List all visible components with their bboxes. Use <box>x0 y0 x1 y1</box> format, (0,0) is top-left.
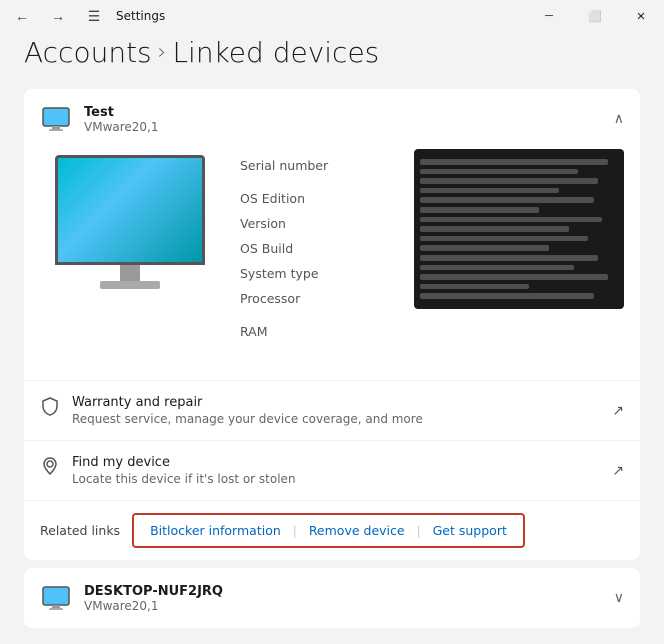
warranty-title: Warranty and repair <box>72 395 423 410</box>
titlebar: ← → ☰ Settings ─ ⬜ ✕ <box>0 0 664 32</box>
back-button[interactable]: ← <box>8 2 36 30</box>
related-links-label: Related links <box>40 523 120 538</box>
monitor-neck <box>120 265 140 281</box>
location-icon <box>40 456 60 476</box>
menu-button[interactable]: ☰ <box>80 2 108 30</box>
os-build-label: OS Build <box>240 236 394 261</box>
shield-icon <box>40 396 60 416</box>
link-sep-2: | <box>417 524 421 538</box>
page-title: Linked devices <box>172 36 379 69</box>
device1-sub: VMware20,1 <box>84 120 159 134</box>
device1-monitor-image <box>40 149 220 289</box>
device2-name-block: DESKTOP-NUF2JRQ VMware20,1 <box>84 584 223 613</box>
titlebar-controls: ─ ⬜ ✕ <box>526 0 664 32</box>
breadcrumb: Accounts › Linked devices <box>24 32 640 69</box>
warranty-desc: Request service, manage your device cove… <box>72 412 423 426</box>
warranty-text: Warranty and repair Request service, man… <box>72 395 423 426</box>
device2-header-left: DESKTOP-NUF2JRQ VMware20,1 <box>40 582 223 614</box>
get-support-link[interactable]: Get support <box>425 519 515 542</box>
finddevice-external-icon: ↗ <box>612 463 624 479</box>
device1-card: Test VMware20,1 ∧ Serial num <box>24 89 640 560</box>
related-links-container: Bitlocker information | Remove device | … <box>132 513 525 548</box>
device1-specs: Serial number OS Edition Version OS Buil… <box>240 149 394 344</box>
device1-header[interactable]: Test VMware20,1 ∧ <box>24 89 640 149</box>
device1-info-row: Serial number OS Edition Version OS Buil… <box>40 149 624 344</box>
finddevice-desc: Locate this device if it's lost or stole… <box>72 472 296 486</box>
version-label: Version <box>240 211 394 236</box>
forward-button[interactable]: → <box>44 2 72 30</box>
device1-detail: Serial number OS Edition Version OS Buil… <box>24 149 640 380</box>
ram-label: RAM <box>240 319 394 344</box>
accounts-link[interactable]: Accounts <box>24 36 152 69</box>
bitlocker-link[interactable]: Bitlocker information <box>142 519 289 542</box>
monitor-screen <box>55 155 205 265</box>
monitor-base <box>100 281 160 289</box>
device2-header[interactable]: DESKTOP-NUF2JRQ VMware20,1 ∨ <box>24 568 640 628</box>
finddevice-text: Find my device Locate this device if it'… <box>72 455 296 486</box>
related-links-row: Related links Bitlocker information | Re… <box>24 500 640 560</box>
breadcrumb-separator: › <box>158 40 167 65</box>
titlebar-left: ← → ☰ Settings <box>8 2 165 30</box>
device1-header-left: Test VMware20,1 <box>40 103 159 135</box>
link-sep-1: | <box>293 524 297 538</box>
maximize-button[interactable]: ⬜ <box>572 0 618 32</box>
processor-label: Processor <box>240 286 394 311</box>
device2-name: DESKTOP-NUF2JRQ <box>84 584 223 599</box>
finddevice-left: Find my device Locate this device if it'… <box>40 455 296 486</box>
main-content: Accounts › Linked devices Test VMware20,… <box>0 32 664 644</box>
device2-card: DESKTOP-NUF2JRQ VMware20,1 ∨ <box>24 568 640 628</box>
warranty-external-icon: ↗ <box>612 403 624 419</box>
redacted-overlay <box>414 149 624 309</box>
device2-sub: VMware20,1 <box>84 599 223 613</box>
os-edition-label: OS Edition <box>240 186 394 211</box>
system-type-label: System type <box>240 261 394 286</box>
finddevice-row[interactable]: Find my device Locate this device if it'… <box>24 440 640 500</box>
minimize-button[interactable]: ─ <box>526 0 572 32</box>
device1-chevron: ∧ <box>614 111 624 127</box>
serial-number-label: Serial number <box>240 153 394 178</box>
device1-name: Test <box>84 105 159 120</box>
close-button[interactable]: ✕ <box>618 0 664 32</box>
device1-redacted-info <box>414 149 624 309</box>
warranty-left: Warranty and repair Request service, man… <box>40 395 423 426</box>
device1-name-block: Test VMware20,1 <box>84 105 159 134</box>
window-title: Settings <box>116 9 165 23</box>
finddevice-title: Find my device <box>72 455 296 470</box>
remove-device-link[interactable]: Remove device <box>301 519 413 542</box>
device1-icon <box>40 103 72 135</box>
device2-icon <box>40 582 72 614</box>
device2-chevron: ∨ <box>614 590 624 606</box>
warranty-row[interactable]: Warranty and repair Request service, man… <box>24 380 640 440</box>
